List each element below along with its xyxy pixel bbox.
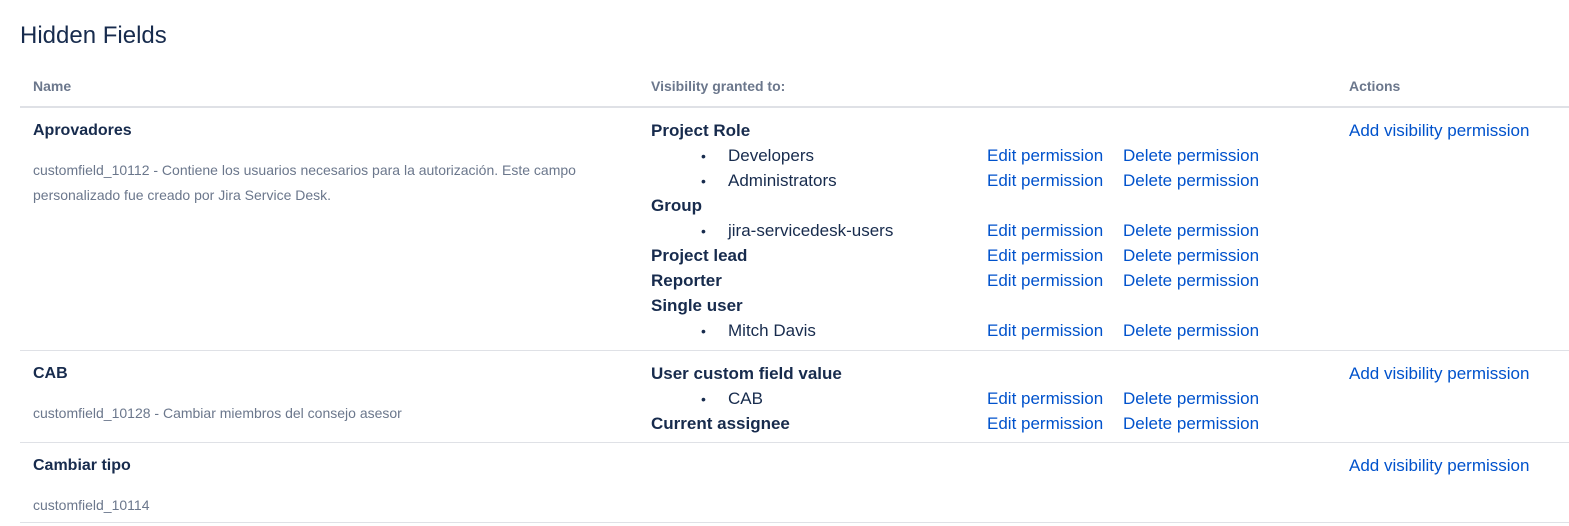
delete-permission-link[interactable]: Delete permission [1123, 270, 1259, 292]
visibility-entry-label: Developers [728, 146, 814, 165]
bullet-icon: • [701, 148, 706, 164]
delete-permission-link[interactable]: Delete permission [1123, 413, 1259, 435]
visibility-entry: • jira-servicedesk-users Edit permission De… [651, 220, 1311, 245]
visibility-entry-label: Administrators [728, 171, 837, 190]
visibility-entry-label: jira-servicedesk-users [728, 221, 894, 240]
visibility-list: User custom field value • CAB Edit permissi… [651, 363, 1311, 438]
field-description: customfield_10128 - Cambiar miembros del… [33, 405, 402, 421]
visibility-category: Group [651, 195, 1311, 220]
edit-permission-link[interactable]: Edit permission [987, 170, 1103, 192]
edit-permission-link[interactable]: Edit permission [987, 413, 1103, 435]
edit-permission-link[interactable]: Edit permission [987, 145, 1103, 167]
visibility-entry: • CAB Edit permission Delete permission [651, 388, 1311, 413]
delete-permission-link[interactable]: Delete permission [1123, 220, 1259, 242]
visibility-category-label: Project lead [651, 246, 748, 265]
edit-permission-link[interactable]: Edit permission [987, 270, 1103, 292]
visibility-entry-label: Mitch Davis [728, 321, 816, 340]
add-visibility-permission-link[interactable]: Add visibility permission [1349, 363, 1529, 385]
field-name: CAB [33, 365, 68, 382]
visibility-category: Project Role [651, 120, 1311, 145]
field-description: customfield_10114 [33, 497, 150, 513]
page-title: Hidden Fields [20, 22, 167, 49]
delete-permission-link[interactable]: Delete permission [1123, 388, 1259, 410]
delete-permission-link[interactable]: Delete permission [1123, 145, 1259, 167]
hidden-fields-table: Name Visibility granted to: Actions Apro… [20, 64, 1569, 523]
visibility-category-label: Group [651, 196, 702, 215]
add-visibility-permission-link[interactable]: Add visibility permission [1349, 455, 1529, 477]
visibility-category: Project lead Edit permission Delete permis… [651, 245, 1311, 270]
edit-permission-link[interactable]: Edit permission [987, 320, 1103, 342]
visibility-category: Current assignee Edit permission Delete pe… [651, 413, 1311, 438]
column-header-name: Name [33, 78, 72, 94]
bullet-icon: • [701, 391, 706, 407]
field-name: Aprovadores [33, 122, 132, 139]
column-header-actions: Actions [1349, 78, 1401, 94]
delete-permission-link[interactable]: Delete permission [1123, 320, 1259, 342]
delete-permission-link[interactable]: Delete permission [1123, 245, 1259, 267]
visibility-category-label: User custom field value [651, 364, 842, 383]
bullet-icon: • [701, 223, 706, 239]
delete-permission-link[interactable]: Delete permission [1123, 170, 1259, 192]
visibility-entry: • Developers Edit permission Delete permiss… [651, 145, 1311, 170]
visibility-category-label: Reporter [651, 271, 722, 290]
visibility-list: Project Role • Developers Edit permission De… [651, 120, 1311, 345]
table-row: CAB customfield_10128 - Cambiar miembros … [20, 351, 1569, 443]
visibility-category: Reporter Edit permission Delete permission [651, 270, 1311, 295]
visibility-category: Single user [651, 295, 1311, 320]
table-row: Cambiar tipo customfield_10114 Add visibil… [20, 443, 1569, 523]
column-header-visibility: Visibility granted to: [651, 78, 786, 94]
visibility-category-label: Current assignee [651, 414, 790, 433]
edit-permission-link[interactable]: Edit permission [987, 220, 1103, 242]
bullet-icon: • [701, 323, 706, 339]
table-body: Aprovadores customfield_10112 - Contiene … [20, 108, 1569, 523]
bullet-icon: • [701, 173, 706, 189]
edit-permission-link[interactable]: Edit permission [987, 388, 1103, 410]
table-row: Aprovadores customfield_10112 - Contiene … [20, 108, 1569, 351]
field-name: Cambiar tipo [33, 457, 131, 474]
field-description: customfield_10112 - Contiene los usuario… [33, 162, 576, 203]
visibility-category-label: Project Role [651, 121, 751, 140]
visibility-entry: • Administrators Edit permission Delete per… [651, 170, 1311, 195]
visibility-entry: • Mitch Davis Edit permission Delete permis… [651, 320, 1311, 345]
visibility-category-label: Single user [651, 296, 743, 315]
add-visibility-permission-link[interactable]: Add visibility permission [1349, 120, 1529, 142]
visibility-entry-label: CAB [728, 389, 763, 408]
table-header-row: Name Visibility granted to: Actions [20, 64, 1569, 108]
edit-permission-link[interactable]: Edit permission [987, 245, 1103, 267]
visibility-category: User custom field value [651, 363, 1311, 388]
